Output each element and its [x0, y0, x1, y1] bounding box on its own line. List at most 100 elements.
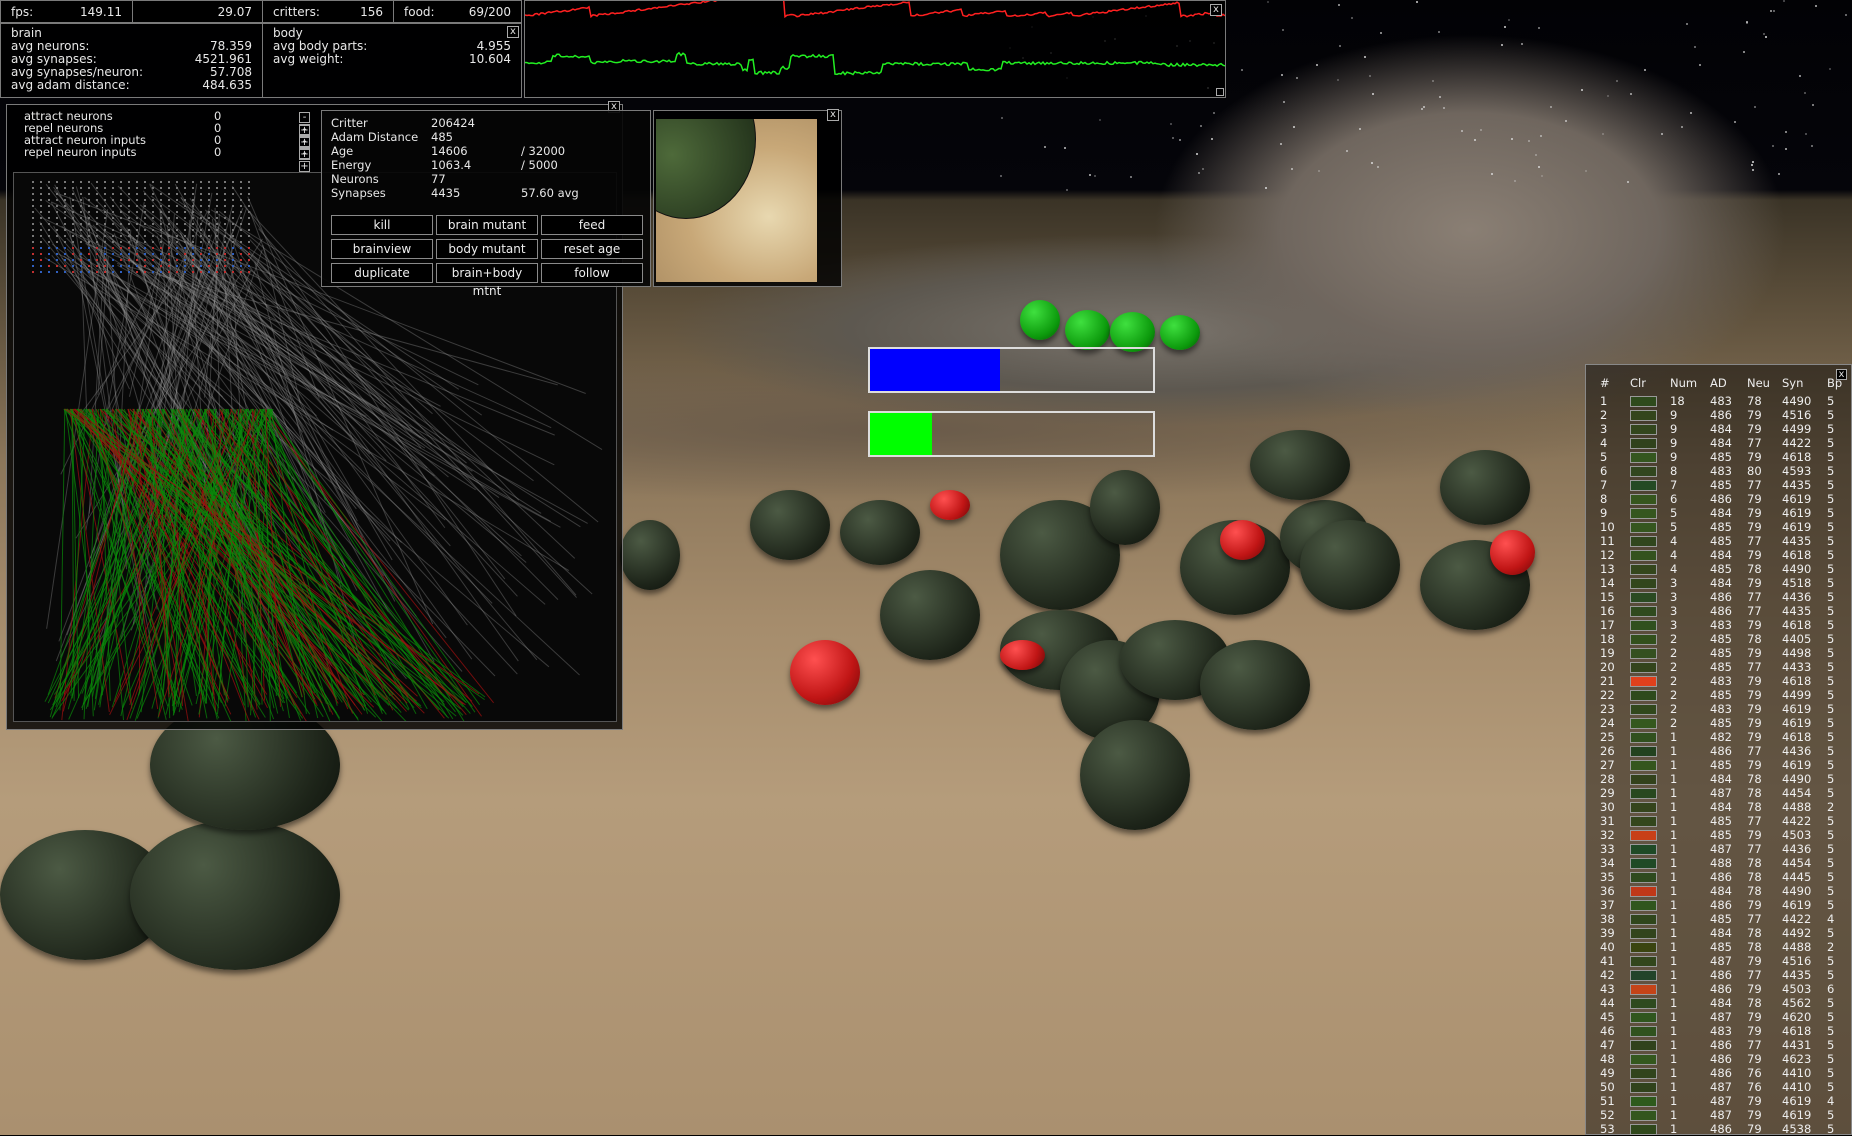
table-row[interactable]: 48 1 486 79 4623 5	[1600, 1052, 1847, 1066]
table-row[interactable]: 1 18 483 78 4490 5	[1600, 394, 1847, 408]
close-icon[interactable]: x	[827, 109, 839, 121]
table-row[interactable]: 12 4 484 79 4618 5	[1600, 548, 1847, 562]
table-row[interactable]: 8 6 486 79 4619 5	[1600, 492, 1847, 506]
table-row[interactable]: 50 1 487 76 4410 5	[1600, 1080, 1847, 1094]
table-row[interactable]: 5 9 485 79 4618 5	[1600, 450, 1847, 464]
decrement-button[interactable]: -	[299, 148, 310, 159]
table-cell: 36	[1600, 884, 1615, 898]
table-row[interactable]: 39 1 484 78 4492 5	[1600, 926, 1847, 940]
kill-button[interactable]: kill	[331, 215, 433, 235]
duplicate-button[interactable]: duplicate	[331, 263, 433, 283]
table-row[interactable]: 41 1 487 79 4516 5	[1600, 954, 1847, 968]
table-row[interactable]: 3 9 484 79 4499 5	[1600, 422, 1847, 436]
neuron	[40, 241, 42, 243]
table-row[interactable]: 27 1 485 79 4619 5	[1600, 758, 1847, 772]
table-row[interactable]: 31 1 485 77 4422 5	[1600, 814, 1847, 828]
table-row[interactable]: 30 1 484 78 4488 2	[1600, 800, 1847, 814]
table-row[interactable]: 53 1 486 79 4538 5	[1600, 1122, 1847, 1136]
table-row[interactable]: 35 1 486 78 4445 5	[1600, 870, 1847, 884]
table-row[interactable]: 46 1 483 79 4618 5	[1600, 1024, 1847, 1038]
table-row[interactable]: 26 1 486 77 4436 5	[1600, 744, 1847, 758]
table-row[interactable]: 38 1 485 77 4422 4	[1600, 912, 1847, 926]
column-header[interactable]: Clr	[1630, 372, 1670, 394]
body-mutant-button[interactable]: body mutant	[436, 239, 538, 259]
table-row[interactable]: 42 1 486 77 4435 5	[1600, 968, 1847, 982]
table-row[interactable]: 10 5 485 79 4619 5	[1600, 520, 1847, 534]
table-row[interactable]: 51 1 487 79 4619 4	[1600, 1094, 1847, 1108]
table-row[interactable]: 21 2 483 79 4618 5	[1600, 674, 1847, 688]
table-row[interactable]: 11 4 485 77 4435 5	[1600, 534, 1847, 548]
neuron	[88, 211, 90, 213]
brainview-button[interactable]: brainview	[331, 239, 433, 259]
table-row[interactable]: 37 1 486 79 4619 5	[1600, 898, 1847, 912]
table-row[interactable]: 20 2 485 77 4433 5	[1600, 660, 1847, 674]
table-row[interactable]: 29 1 487 78 4454 5	[1600, 786, 1847, 800]
table-row[interactable]: 33 1 487 77 4436 5	[1600, 842, 1847, 856]
table-row[interactable]: 2 9 486 79 4516 5	[1600, 408, 1847, 422]
feed-button[interactable]: feed	[541, 215, 643, 235]
neuron	[216, 229, 218, 231]
table-row[interactable]: 44 1 484 78 4562 5	[1600, 996, 1847, 1010]
table-row[interactable]: 17 3 483 79 4618 5	[1600, 618, 1847, 632]
table-row[interactable]: 24 2 485 79 4619 5	[1600, 716, 1847, 730]
table-row[interactable]: 49 1 486 76 4410 5	[1600, 1066, 1847, 1080]
table-row[interactable]: 34 1 488 78 4454 5	[1600, 856, 1847, 870]
table-cell: 484	[1710, 772, 1732, 786]
brain-mutant-button[interactable]: brain mutant	[436, 215, 538, 235]
star	[1213, 111, 1216, 114]
table-row[interactable]: 6 8 483 80 4593 5	[1600, 464, 1847, 478]
neuron	[72, 223, 74, 225]
table-row[interactable]: 47 1 486 77 4431 5	[1600, 1038, 1847, 1052]
follow-button[interactable]: follow	[541, 263, 643, 283]
table-cell: 1	[1670, 856, 1678, 870]
table-cell	[1630, 814, 1670, 828]
table-row[interactable]: 16 3 486 77 4435 5	[1600, 604, 1847, 618]
brain-body-mtnt-button[interactable]: brain+body mtnt	[436, 263, 538, 298]
column-header[interactable]: Num	[1670, 372, 1710, 394]
column-header[interactable]: #	[1600, 372, 1630, 394]
table-cell: 4488	[1782, 940, 1812, 954]
column-header[interactable]: Neu	[1747, 372, 1782, 394]
table-row[interactable]: 9 5 484 79 4619 5	[1600, 506, 1847, 520]
table-row[interactable]: 32 1 485 79 4503 5	[1600, 828, 1847, 842]
neuron	[96, 235, 98, 237]
table-row[interactable]: 45 1 487 79 4620 5	[1600, 1010, 1847, 1024]
neuron	[176, 229, 178, 231]
close-icon[interactable]: x	[507, 26, 519, 38]
table-row[interactable]: 40 1 485 78 4488 2	[1600, 940, 1847, 954]
neuron	[168, 229, 170, 231]
table-row[interactable]: 22 2 485 79 4499 5	[1600, 688, 1847, 702]
table-row[interactable]: 36 1 484 78 4490 5	[1600, 884, 1847, 898]
table-row[interactable]: 18 2 485 78 4405 5	[1600, 632, 1847, 646]
table-row[interactable]: 4 9 484 77 4422 5	[1600, 436, 1847, 450]
table-row[interactable]: 13 4 485 78 4490 5	[1600, 562, 1847, 576]
increment-button[interactable]: +	[299, 161, 310, 172]
neuron	[184, 259, 186, 261]
table-row[interactable]: 15 3 486 77 4436 5	[1600, 590, 1847, 604]
reset-age-button[interactable]: reset age	[541, 239, 643, 259]
neuron	[120, 235, 122, 237]
table-cell: 53	[1600, 1122, 1615, 1136]
neuron	[192, 253, 194, 255]
info-value: 4435	[431, 186, 461, 200]
close-icon[interactable]: x	[1210, 4, 1222, 16]
table-row[interactable]: 23 2 483 79 4619 5	[1600, 702, 1847, 716]
table-row[interactable]: 28 1 484 78 4490 5	[1600, 772, 1847, 786]
table-cell: 80	[1747, 464, 1762, 478]
column-header[interactable]: Bp	[1827, 372, 1847, 394]
neuron	[160, 205, 162, 207]
table-row[interactable]: 52 1 487 79 4619 5	[1600, 1108, 1847, 1122]
neuron	[248, 217, 250, 219]
table-row[interactable]: 19 2 485 79 4498 5	[1600, 646, 1847, 660]
table-row[interactable]: 14 3 484 79 4518 5	[1600, 576, 1847, 590]
column-header[interactable]: AD	[1710, 372, 1747, 394]
column-header[interactable]: Syn	[1782, 372, 1827, 394]
table-row[interactable]: 25 1 482 79 4618 5	[1600, 730, 1847, 744]
table-row[interactable]: 7 7 485 77 4435 5	[1600, 478, 1847, 492]
table-cell: 25	[1600, 730, 1615, 744]
table-row[interactable]: 43 1 486 79 4503 6	[1600, 982, 1847, 996]
resize-handle[interactable]	[1216, 88, 1224, 96]
star	[1473, 138, 1476, 141]
neuron	[120, 217, 122, 219]
critter-blob	[840, 500, 920, 565]
